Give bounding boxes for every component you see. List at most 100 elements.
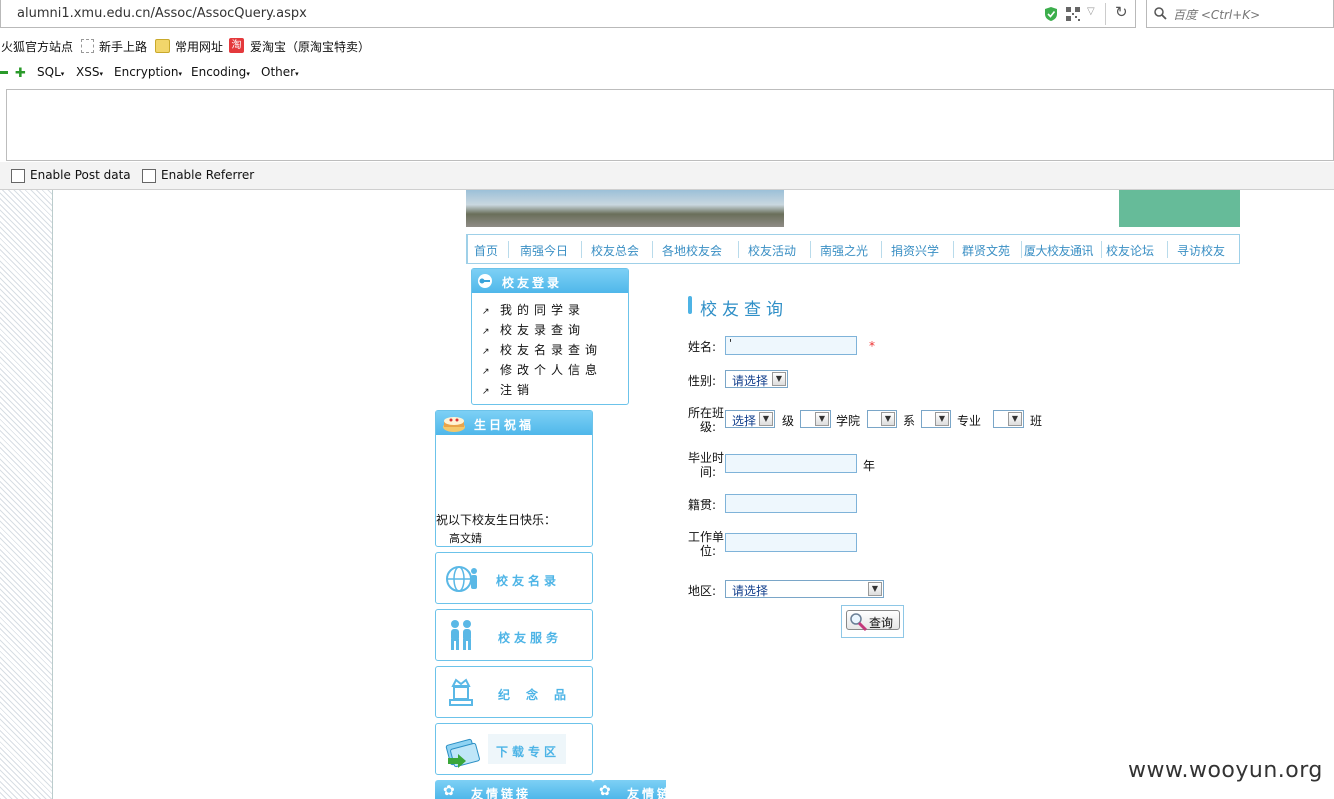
- people-icon: [451, 620, 471, 650]
- name-input-value: ': [729, 337, 733, 350]
- origin-label: 籍贯:: [688, 498, 717, 512]
- main-nav: 首页 南强今日 校友总会 各地校友会 校友活动 南强之光 捐资兴学 群贤文苑 厦…: [466, 234, 1240, 264]
- dept-select[interactable]: ▼: [867, 410, 897, 428]
- birthday-name[interactable]: 高文婧: [449, 530, 482, 546]
- banner-image-right: [1119, 190, 1240, 227]
- nav-separator: [508, 241, 509, 258]
- gender-select[interactable]: 请选择 ▼: [725, 370, 788, 388]
- divider: [1105, 3, 1106, 25]
- alumni-service-button[interactable]: 校友服务: [435, 609, 593, 661]
- grad-year-input[interactable]: [725, 454, 857, 473]
- nav-separator: [581, 241, 582, 258]
- download-label: 下载专区: [496, 745, 561, 759]
- chevron-down-icon: ▼: [759, 412, 773, 426]
- search-box[interactable]: 百度 <Ctrl+K>: [1146, 0, 1334, 28]
- options-row: Enable Post data Enable Referrer: [0, 162, 1334, 190]
- download-button[interactable]: 下载专区: [435, 723, 593, 775]
- nav-separator: [810, 241, 811, 258]
- dropdown-arrow-icon[interactable]: ▽: [1087, 6, 1095, 17]
- birthday-box-title: 生日祝福: [474, 418, 535, 432]
- menu-other[interactable]: Other▾: [261, 65, 299, 79]
- menu-encryption[interactable]: Encryption▾: [114, 65, 182, 79]
- bookmark-firefox[interactable]: 火狐官方站点: [1, 38, 73, 55]
- nav-literature[interactable]: 群贤文苑: [962, 242, 1010, 259]
- search-placeholder: 百度 <Ctrl+K>: [1173, 8, 1261, 22]
- menu-alumni-list-query[interactable]: ↗ 校友名录查询: [482, 341, 602, 358]
- menu-my-classmates[interactable]: ↗ 我的同学录: [482, 301, 585, 318]
- menu-edit-profile[interactable]: ↗ 修改个人信息: [482, 361, 602, 378]
- plus-icon[interactable]: ✚: [15, 66, 26, 81]
- nav-home[interactable]: 首页: [474, 242, 498, 259]
- grad-label-line2: 间:: [700, 465, 717, 479]
- menu-encoding[interactable]: Encoding▾: [191, 65, 250, 79]
- alumni-service-label: 校友服务: [498, 631, 563, 645]
- nav-nanqiang-today[interactable]: 南强今日: [520, 242, 568, 259]
- class-select[interactable]: ▼: [993, 410, 1024, 428]
- query-button[interactable]: 查询: [846, 610, 900, 632]
- menu-xss[interactable]: XSS▾: [76, 65, 103, 79]
- bookmark-newbie[interactable]: 新手上路: [99, 38, 147, 55]
- link-arrow-icon: ↗: [482, 327, 490, 337]
- chevron-down-icon: ▼: [881, 412, 895, 426]
- reload-icon[interactable]: ↻: [1115, 3, 1128, 21]
- url-text: alumni1.xmu.edu.cn/Assoc/AssocQuery.aspx: [17, 6, 307, 21]
- banner-image-left: [466, 190, 784, 227]
- birthday-message: 祝以下校友生日快乐：: [436, 513, 557, 527]
- class-unit: 班: [1030, 414, 1043, 428]
- page-icon: [81, 39, 94, 53]
- nav-local-assoc[interactable]: 各地校友会: [662, 242, 722, 259]
- nav-activities[interactable]: 校友活动: [748, 242, 796, 259]
- nav-separator: [1167, 241, 1168, 258]
- alumni-list-button[interactable]: 校友名录: [435, 552, 593, 604]
- nav-nanqiang-light[interactable]: 南强之光: [820, 242, 868, 259]
- nav-separator: [1021, 241, 1022, 258]
- login-box-title: 校友登录: [502, 276, 563, 290]
- menu-logout[interactable]: ↗ 注销: [482, 381, 534, 398]
- nav-forum[interactable]: 校友论坛: [1106, 242, 1154, 259]
- grade-unit: 级: [782, 414, 795, 428]
- dept-unit: 系: [903, 414, 916, 428]
- link-arrow-icon: ↗: [482, 347, 490, 357]
- origin-input[interactable]: [725, 494, 857, 513]
- url-bar[interactable]: alumni1.xmu.edu.cn/Assoc/AssocQuery.aspx…: [0, 0, 1136, 28]
- required-mark: *: [869, 339, 875, 353]
- menu-sql[interactable]: SQL▾: [37, 65, 64, 79]
- birthday-box-header: 生日祝福: [436, 411, 592, 435]
- magnifier-icon: [850, 613, 868, 632]
- link-arrow-icon: ↗: [482, 387, 490, 397]
- enable-post-checkbox[interactable]: [11, 169, 25, 183]
- nav-donation[interactable]: 捐资兴学: [891, 242, 939, 259]
- nav-newsletter[interactable]: 厦大校友通讯: [1024, 242, 1094, 259]
- chess-piece-icon: [449, 678, 473, 706]
- cake-icon: [443, 417, 465, 432]
- region-select[interactable]: 请选择 ▼: [725, 580, 884, 598]
- key-icon: [478, 274, 492, 288]
- nav-find-alumni[interactable]: 寻访校友: [1177, 242, 1225, 259]
- url-textarea[interactable]: [6, 89, 1334, 161]
- qr-code-icon[interactable]: [1066, 7, 1080, 21]
- query-button-frame: 查询: [841, 605, 904, 638]
- globe-person-icon: [446, 566, 477, 592]
- souvenir-button[interactable]: 纪念品: [435, 666, 593, 718]
- name-label: 姓名:: [688, 340, 717, 354]
- nav-separator: [953, 241, 954, 258]
- year-unit: 年: [863, 459, 876, 473]
- menu-alumni-query[interactable]: ↗ 校友录查询: [482, 321, 585, 338]
- name-input[interactable]: ': [725, 336, 857, 355]
- bookmark-common[interactable]: 常用网址: [175, 38, 223, 55]
- nav-separator: [652, 241, 653, 258]
- work-unit-input[interactable]: [725, 533, 857, 552]
- bookmark-taobao[interactable]: 爱淘宝（原淘宝特卖）: [250, 38, 370, 55]
- enable-referrer-checkbox[interactable]: [142, 169, 156, 183]
- nav-alumni-assoc[interactable]: 校友总会: [591, 242, 639, 259]
- major-select[interactable]: ▼: [921, 410, 951, 428]
- minus-icon[interactable]: [0, 71, 8, 74]
- chevron-down-icon: ▼: [868, 582, 882, 596]
- grade-select[interactable]: 选择 ▼: [725, 410, 775, 428]
- login-box-header: 校友登录: [472, 269, 628, 293]
- page-side-pattern: [0, 190, 53, 799]
- login-box: 校友登录 ↗ 我的同学录 ↗ 校友录查询 ↗ 校友名录查询 ↗ 修改个人信息 ↗ 注销: [471, 268, 629, 405]
- friend-links-header-2: ✿ 友情链: [593, 780, 666, 799]
- nav-separator: [881, 241, 882, 258]
- college-select[interactable]: ▼: [800, 410, 831, 428]
